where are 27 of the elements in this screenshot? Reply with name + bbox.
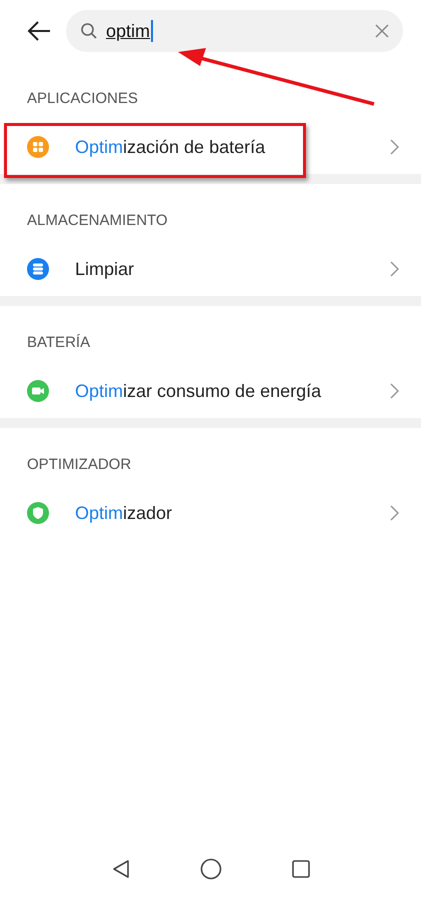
section-header: OPTIMIZADOR — [26, 455, 132, 475]
home-nav-icon[interactable] — [200, 858, 222, 880]
result-title: Optimizador — [75, 502, 174, 525]
search-icon — [80, 22, 98, 40]
result-row[interactable]: Optimizador — [0, 486, 421, 540]
video-camera-icon — [27, 380, 49, 402]
result-row[interactable]: Optimizar consumo de energía — [0, 364, 421, 418]
chevron-icon — [390, 139, 399, 155]
chevron-icon — [390, 505, 399, 521]
section-header: APLICACIONES — [26, 89, 139, 109]
back-nav-icon[interactable] — [112, 859, 130, 879]
clear-icon[interactable] — [375, 24, 389, 38]
recents-nav-icon[interactable] — [292, 860, 310, 878]
shield-icon — [27, 502, 49, 524]
result-title: Limpiar — [75, 258, 136, 281]
storage-icon — [27, 258, 49, 280]
chevron-icon — [390, 261, 399, 277]
result-row[interactable]: Limpiar — [0, 242, 421, 296]
back-icon[interactable] — [26, 20, 52, 42]
chevron-icon — [390, 383, 399, 399]
section-header: BATERÍA — [26, 333, 92, 353]
result-title: Optimizar consumo de energía — [75, 380, 322, 403]
result-title: Optimización de batería — [75, 136, 266, 159]
result-row[interactable]: Optimización de batería — [0, 120, 421, 174]
section-header: ALMACENAMIENTO — [26, 211, 169, 231]
apps-icon — [27, 136, 49, 158]
search-field[interactable]: optim — [66, 10, 403, 52]
